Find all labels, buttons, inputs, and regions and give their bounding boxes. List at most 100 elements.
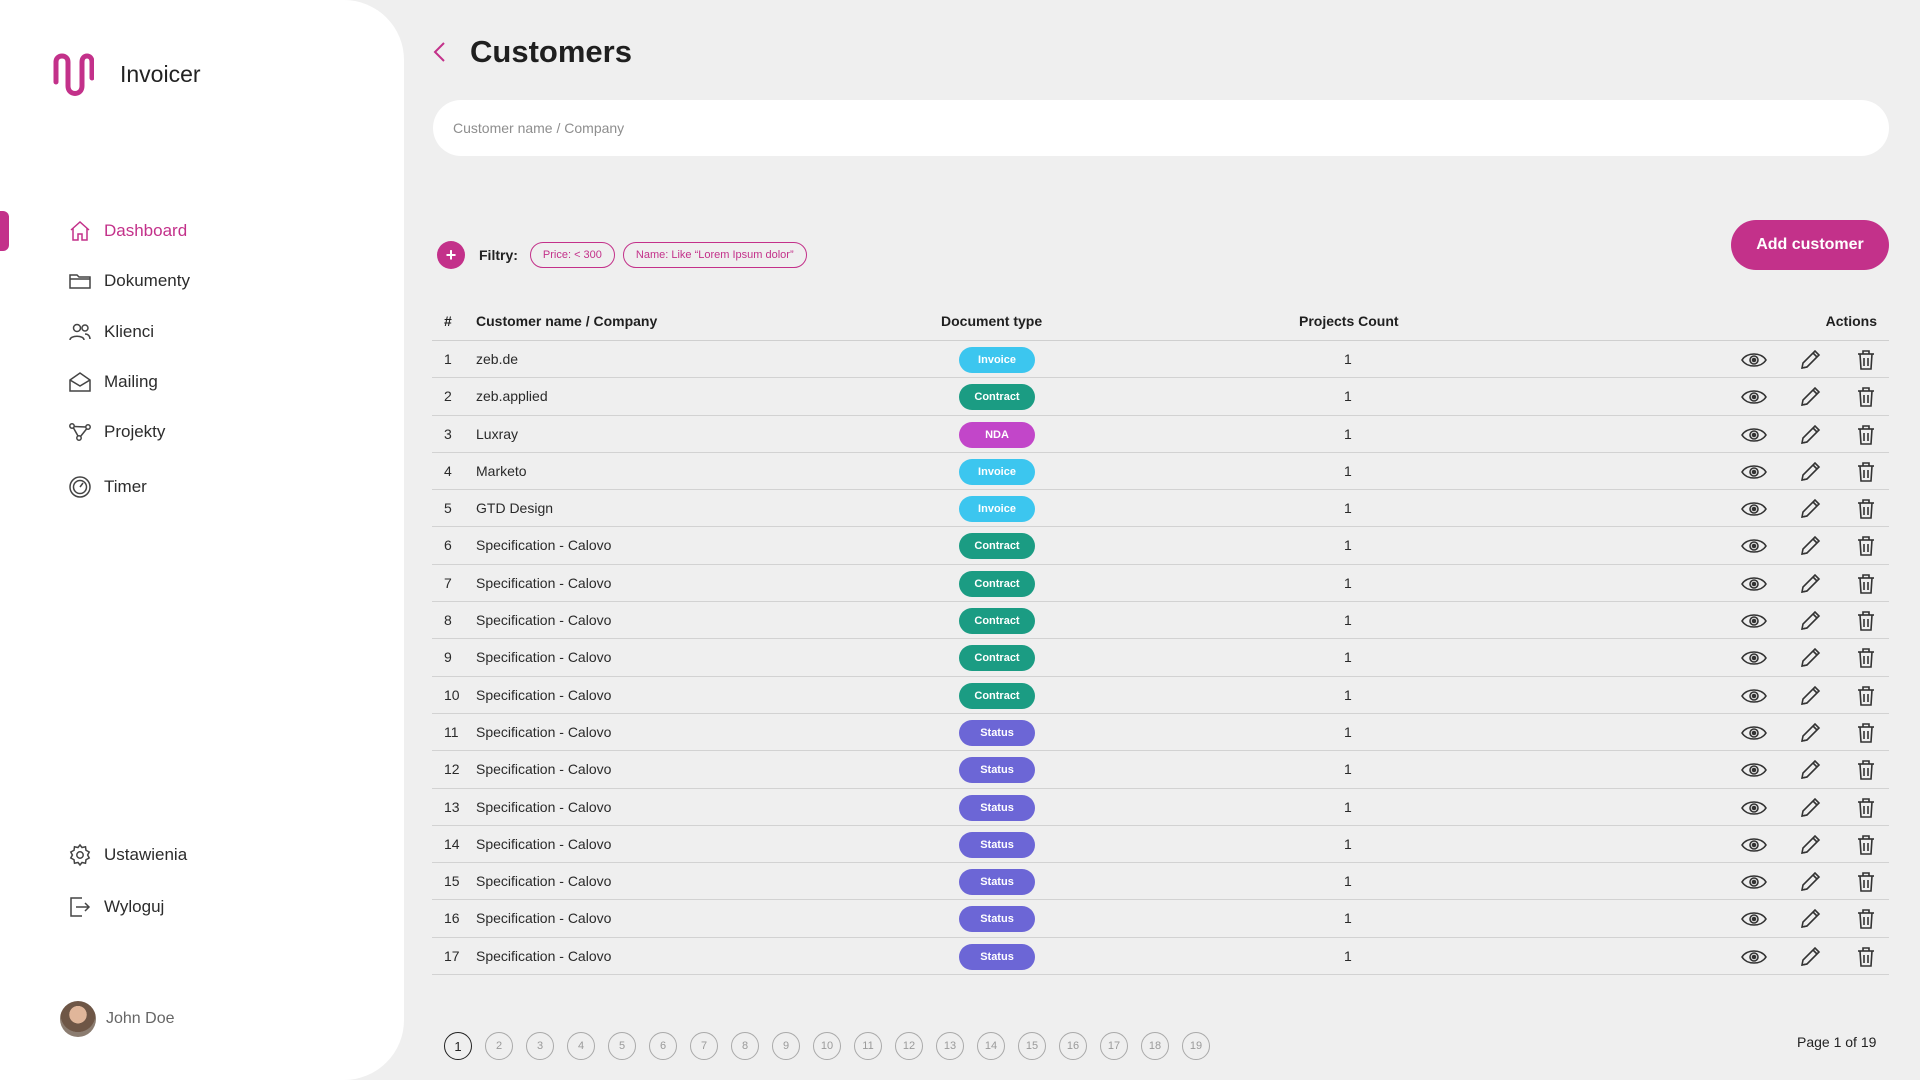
table-row[interactable]: 9 Specification - Calovo Contract 1 xyxy=(432,639,1889,677)
sidebar-item-mailing[interactable]: Mailing xyxy=(68,370,158,394)
delete-icon[interactable] xyxy=(1853,347,1879,373)
view-icon[interactable] xyxy=(1741,832,1767,858)
sidebar-item-klienci[interactable]: Klienci xyxy=(68,320,154,344)
sidebar-item-ustawienia[interactable]: Ustawienia xyxy=(68,843,187,867)
delete-icon[interactable] xyxy=(1853,757,1879,783)
view-icon[interactable] xyxy=(1741,496,1767,522)
page-button[interactable]: 2 xyxy=(485,1032,513,1060)
delete-icon[interactable] xyxy=(1853,944,1879,970)
delete-icon[interactable] xyxy=(1853,459,1879,485)
column-header-projects-count[interactable]: Projects Count xyxy=(1299,313,1399,329)
edit-icon[interactable] xyxy=(1797,347,1823,373)
view-icon[interactable] xyxy=(1741,533,1767,559)
edit-icon[interactable] xyxy=(1797,533,1823,559)
table-row[interactable]: 6 Specification - Calovo Contract 1 xyxy=(432,527,1889,565)
view-icon[interactable] xyxy=(1741,869,1767,895)
edit-icon[interactable] xyxy=(1797,422,1823,448)
table-row[interactable]: 2 zeb.applied Contract 1 xyxy=(432,378,1889,416)
page-button[interactable]: 10 xyxy=(813,1032,841,1060)
page-button[interactable]: 1 xyxy=(444,1032,472,1060)
table-row[interactable]: 3 Luxray NDA 1 xyxy=(432,416,1889,453)
page-button[interactable]: 4 xyxy=(567,1032,595,1060)
delete-icon[interactable] xyxy=(1853,608,1879,634)
user-profile[interactable]: John Doe xyxy=(60,1001,175,1037)
sidebar-item-wyloguj[interactable]: Wyloguj xyxy=(68,895,164,919)
page-button[interactable]: 16 xyxy=(1059,1032,1087,1060)
delete-icon[interactable] xyxy=(1853,533,1879,559)
page-button[interactable]: 9 xyxy=(772,1032,800,1060)
page-button[interactable]: 12 xyxy=(895,1032,923,1060)
sidebar-item-timer[interactable]: Timer xyxy=(68,475,147,499)
edit-icon[interactable] xyxy=(1797,832,1823,858)
edit-icon[interactable] xyxy=(1797,906,1823,932)
table-row[interactable]: 16 Specification - Calovo Status 1 xyxy=(432,900,1889,938)
edit-icon[interactable] xyxy=(1797,720,1823,746)
sidebar-item-dashboard[interactable]: Dashboard xyxy=(68,219,187,243)
table-row[interactable]: 1 zeb.de Invoice 1 xyxy=(432,341,1889,379)
table-row[interactable]: 7 Specification - Calovo Contract 1 xyxy=(432,565,1889,603)
delete-icon[interactable] xyxy=(1853,422,1879,448)
add-filter-button[interactable]: + xyxy=(437,241,465,269)
view-icon[interactable] xyxy=(1741,608,1767,634)
edit-icon[interactable] xyxy=(1797,645,1823,671)
page-button[interactable]: 15 xyxy=(1018,1032,1046,1060)
table-row[interactable]: 14 Specification - Calovo Status 1 xyxy=(432,826,1889,864)
table-row[interactable]: 8 Specification - Calovo Contract 1 xyxy=(432,602,1889,640)
column-header-name[interactable]: Customer name / Company xyxy=(476,313,657,329)
filter-chip-name[interactable]: Name: Like “Lorem Ipsum dolor” xyxy=(622,242,807,268)
page-button[interactable]: 17 xyxy=(1100,1032,1128,1060)
page-button[interactable]: 13 xyxy=(936,1032,964,1060)
delete-icon[interactable] xyxy=(1853,683,1879,709)
page-button[interactable]: 6 xyxy=(649,1032,677,1060)
view-icon[interactable] xyxy=(1741,384,1767,410)
delete-icon[interactable] xyxy=(1853,869,1879,895)
edit-icon[interactable] xyxy=(1797,459,1823,485)
delete-icon[interactable] xyxy=(1853,906,1879,932)
page-button[interactable]: 7 xyxy=(690,1032,718,1060)
delete-icon[interactable] xyxy=(1853,795,1879,821)
page-button[interactable]: 14 xyxy=(977,1032,1005,1060)
page-button[interactable]: 18 xyxy=(1141,1032,1169,1060)
sidebar-item-projekty[interactable]: Projekty xyxy=(68,420,165,444)
view-icon[interactable] xyxy=(1741,795,1767,821)
edit-icon[interactable] xyxy=(1797,795,1823,821)
page-button[interactable]: 19 xyxy=(1182,1032,1210,1060)
edit-icon[interactable] xyxy=(1797,496,1823,522)
edit-icon[interactable] xyxy=(1797,571,1823,597)
delete-icon[interactable] xyxy=(1853,571,1879,597)
view-icon[interactable] xyxy=(1741,683,1767,709)
table-row[interactable]: 10 Specification - Calovo Contract 1 xyxy=(432,677,1889,714)
page-button[interactable]: 11 xyxy=(854,1032,882,1060)
add-customer-button[interactable]: Add customer xyxy=(1731,220,1889,270)
delete-icon[interactable] xyxy=(1853,720,1879,746)
table-row[interactable]: 12 Specification - Calovo Status 1 xyxy=(432,751,1889,789)
edit-icon[interactable] xyxy=(1797,384,1823,410)
view-icon[interactable] xyxy=(1741,720,1767,746)
edit-icon[interactable] xyxy=(1797,683,1823,709)
column-header-document-type[interactable]: Document type xyxy=(941,313,1042,329)
edit-icon[interactable] xyxy=(1797,757,1823,783)
view-icon[interactable] xyxy=(1741,645,1767,671)
delete-icon[interactable] xyxy=(1853,832,1879,858)
table-row[interactable]: 17 Specification - Calovo Status 1 xyxy=(432,938,1889,976)
brand[interactable]: Invoicer xyxy=(52,52,201,96)
view-icon[interactable] xyxy=(1741,422,1767,448)
view-icon[interactable] xyxy=(1741,571,1767,597)
table-row[interactable]: 15 Specification - Calovo Status 1 xyxy=(432,863,1889,901)
view-icon[interactable] xyxy=(1741,944,1767,970)
delete-icon[interactable] xyxy=(1853,384,1879,410)
delete-icon[interactable] xyxy=(1853,496,1879,522)
view-icon[interactable] xyxy=(1741,906,1767,932)
view-icon[interactable] xyxy=(1741,347,1767,373)
table-row[interactable]: 5 GTD Design Invoice 1 xyxy=(432,490,1889,528)
view-icon[interactable] xyxy=(1741,459,1767,485)
page-button[interactable]: 3 xyxy=(526,1032,554,1060)
table-row[interactable]: 11 Specification - Calovo Status 1 xyxy=(432,714,1889,752)
search-input[interactable] xyxy=(433,100,1889,156)
table-row[interactable]: 13 Specification - Calovo Status 1 xyxy=(432,789,1889,826)
table-row[interactable]: 4 Marketo Invoice 1 xyxy=(432,453,1889,491)
view-icon[interactable] xyxy=(1741,757,1767,783)
edit-icon[interactable] xyxy=(1797,944,1823,970)
filter-chip-price[interactable]: Price: < 300 xyxy=(529,242,615,268)
page-button[interactable]: 5 xyxy=(608,1032,636,1060)
